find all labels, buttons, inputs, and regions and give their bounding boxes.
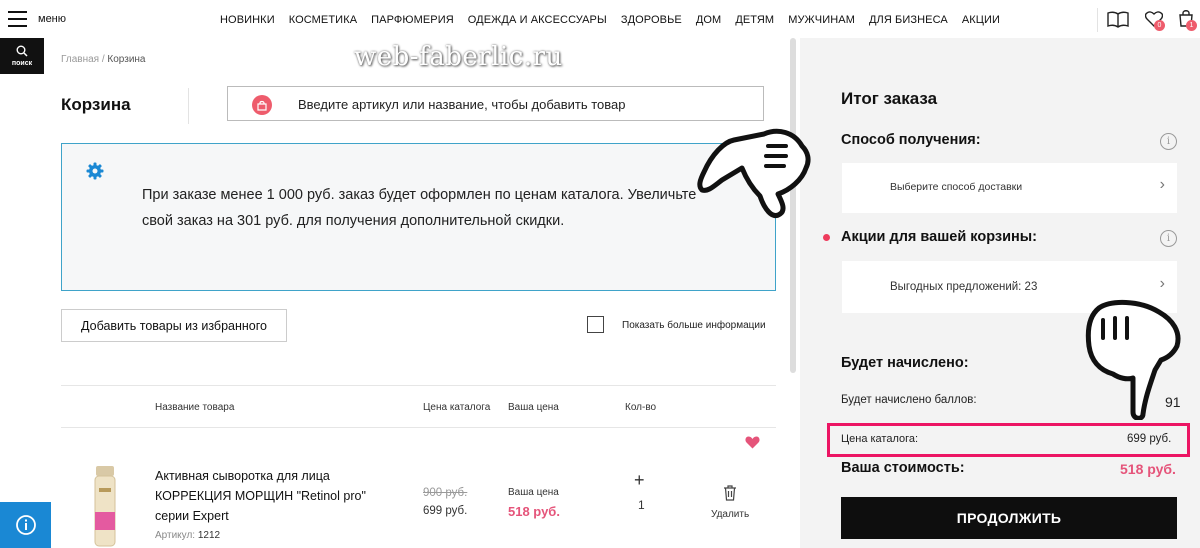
accrual-title: Будет начислено: [841, 355, 969, 371]
nav-item-kids[interactable]: ДЕТЯМ [735, 14, 774, 26]
show-more-info-label[interactable]: Показать больше информации [622, 320, 766, 331]
nav-item-sales[interactable]: АКЦИИ [962, 14, 1000, 26]
delivery-choice-label: Выберите способ доставки [890, 181, 1023, 193]
breadcrumb: Главная / Корзина [61, 54, 146, 65]
nav-item-men[interactable]: МУЖЧИНАМ [788, 14, 855, 26]
menu-label[interactable]: меню [38, 13, 66, 25]
favorites-count-badge: 0 [1154, 20, 1165, 31]
breadcrumb-current: Корзина [107, 54, 146, 65]
favorite-heart-icon[interactable] [745, 436, 760, 449]
nav-item-cosmetics[interactable]: КОСМЕТИКА [289, 14, 357, 26]
promo-offers-label: Выгодных предложений: 23 [890, 281, 1038, 293]
product-name[interactable]: Активная сыворотка для лица КОРРЕКЦИЯ МО… [155, 466, 395, 526]
nav-item-clothes[interactable]: ОДЕЖДА И АКСЕССУАРЫ [468, 14, 607, 26]
catalog-book-icon[interactable] [1107, 11, 1129, 28]
summary-catalog-price-value: 699 руб. [1127, 433, 1172, 445]
pointing-hand-down-icon [1085, 299, 1181, 420]
nav-item-home[interactable]: ДОМ [696, 14, 721, 26]
catalog-price: 699 руб. [423, 505, 468, 517]
add-product-placeholder: Введите артикул или название, чтобы доба… [298, 97, 626, 112]
column-header-name: Название товара [155, 402, 235, 413]
nav-item-business[interactable]: ДЛЯ БИЗНЕСА [869, 14, 948, 26]
total-label: Ваша стоимость: [841, 460, 965, 476]
promo-title: Акции для вашей корзины: [841, 229, 1037, 245]
gear-icon [86, 162, 104, 180]
summary-title: Итог заказа [841, 89, 938, 108]
quantity-value: 1 [638, 498, 645, 512]
breadcrumb-separator: / [101, 54, 105, 65]
notice-text: При заказе менее 1 000 руб. заказ будет … [142, 187, 697, 229]
search-label: поиск [11, 60, 33, 67]
product-article: Артикул: 1212 [155, 530, 220, 541]
alert-dot [823, 234, 830, 241]
shopping-bag-icon [252, 95, 272, 115]
top-bar: меню НОВИНКИ КОСМЕТИКА ПАРФЮМЕРИЯ ОДЕЖДА… [0, 0, 1200, 40]
breadcrumb-home[interactable]: Главная [61, 54, 99, 65]
article-label: Артикул: [155, 530, 196, 541]
continue-button[interactable]: ПРОДОЛЖИТЬ [841, 497, 1177, 539]
increase-qty-button[interactable]: + [634, 470, 645, 491]
points-label: Будет начислено баллов: [841, 394, 977, 406]
product-image[interactable] [90, 466, 120, 548]
column-header-catalog-price: Цена каталога [423, 402, 491, 413]
nav-item-health[interactable]: ЗДОРОВЬЕ [621, 14, 682, 26]
divider [61, 427, 776, 428]
watermark: web-faberlic.ru [354, 42, 563, 72]
delivery-info-icon[interactable]: i [1160, 133, 1177, 150]
cart-count-badge: 1 [1186, 20, 1197, 31]
article-value: 1212 [197, 530, 221, 541]
search-icon [16, 45, 28, 57]
chevron-right-icon: › [1159, 176, 1165, 193]
divider [61, 385, 776, 386]
hamburger-menu-icon[interactable] [8, 11, 27, 27]
nav-item-new[interactable]: НОВИНКИ [220, 14, 275, 26]
summary-catalog-price-label: Цена каталога: [841, 433, 919, 445]
info-icon [15, 515, 36, 535]
delivery-title: Способ получения: [841, 132, 981, 148]
pointing-hand-left-icon [697, 128, 811, 218]
info-button[interactable] [0, 502, 51, 548]
divider [188, 88, 189, 124]
promo-info-icon[interactable]: i [1160, 230, 1177, 247]
old-price: 900 руб. [423, 487, 468, 499]
search-button[interactable]: поиск [0, 38, 44, 74]
add-product-input[interactable]: Введите артикул или название, чтобы доба… [227, 86, 764, 121]
add-from-favorites-button[interactable]: Добавить товары из избранного [61, 309, 287, 342]
delete-button[interactable]: Удалить [711, 509, 749, 520]
show-more-info-checkbox[interactable] [587, 316, 604, 333]
column-header-qty: Кол-во [625, 402, 657, 413]
discount-notice: При заказе менее 1 000 руб. заказ будет … [61, 143, 776, 291]
delivery-method-selector[interactable]: Выберите способ доставки › [842, 163, 1177, 213]
your-price-label: Ваша цена [508, 487, 559, 498]
page-title: Корзина [61, 95, 131, 114]
chevron-right-icon: › [1159, 275, 1165, 292]
main-nav: НОВИНКИ КОСМЕТИКА ПАРФЮМЕРИЯ ОДЕЖДА И АК… [220, 14, 1014, 26]
divider [1097, 8, 1098, 32]
column-header-your-price: Ваша цена [508, 402, 559, 413]
your-price: 518 руб. [508, 504, 560, 519]
total-value: 518 руб. [1120, 461, 1176, 477]
nav-item-perfume[interactable]: ПАРФЮМЕРИЯ [371, 14, 454, 26]
trash-icon[interactable] [723, 485, 737, 501]
